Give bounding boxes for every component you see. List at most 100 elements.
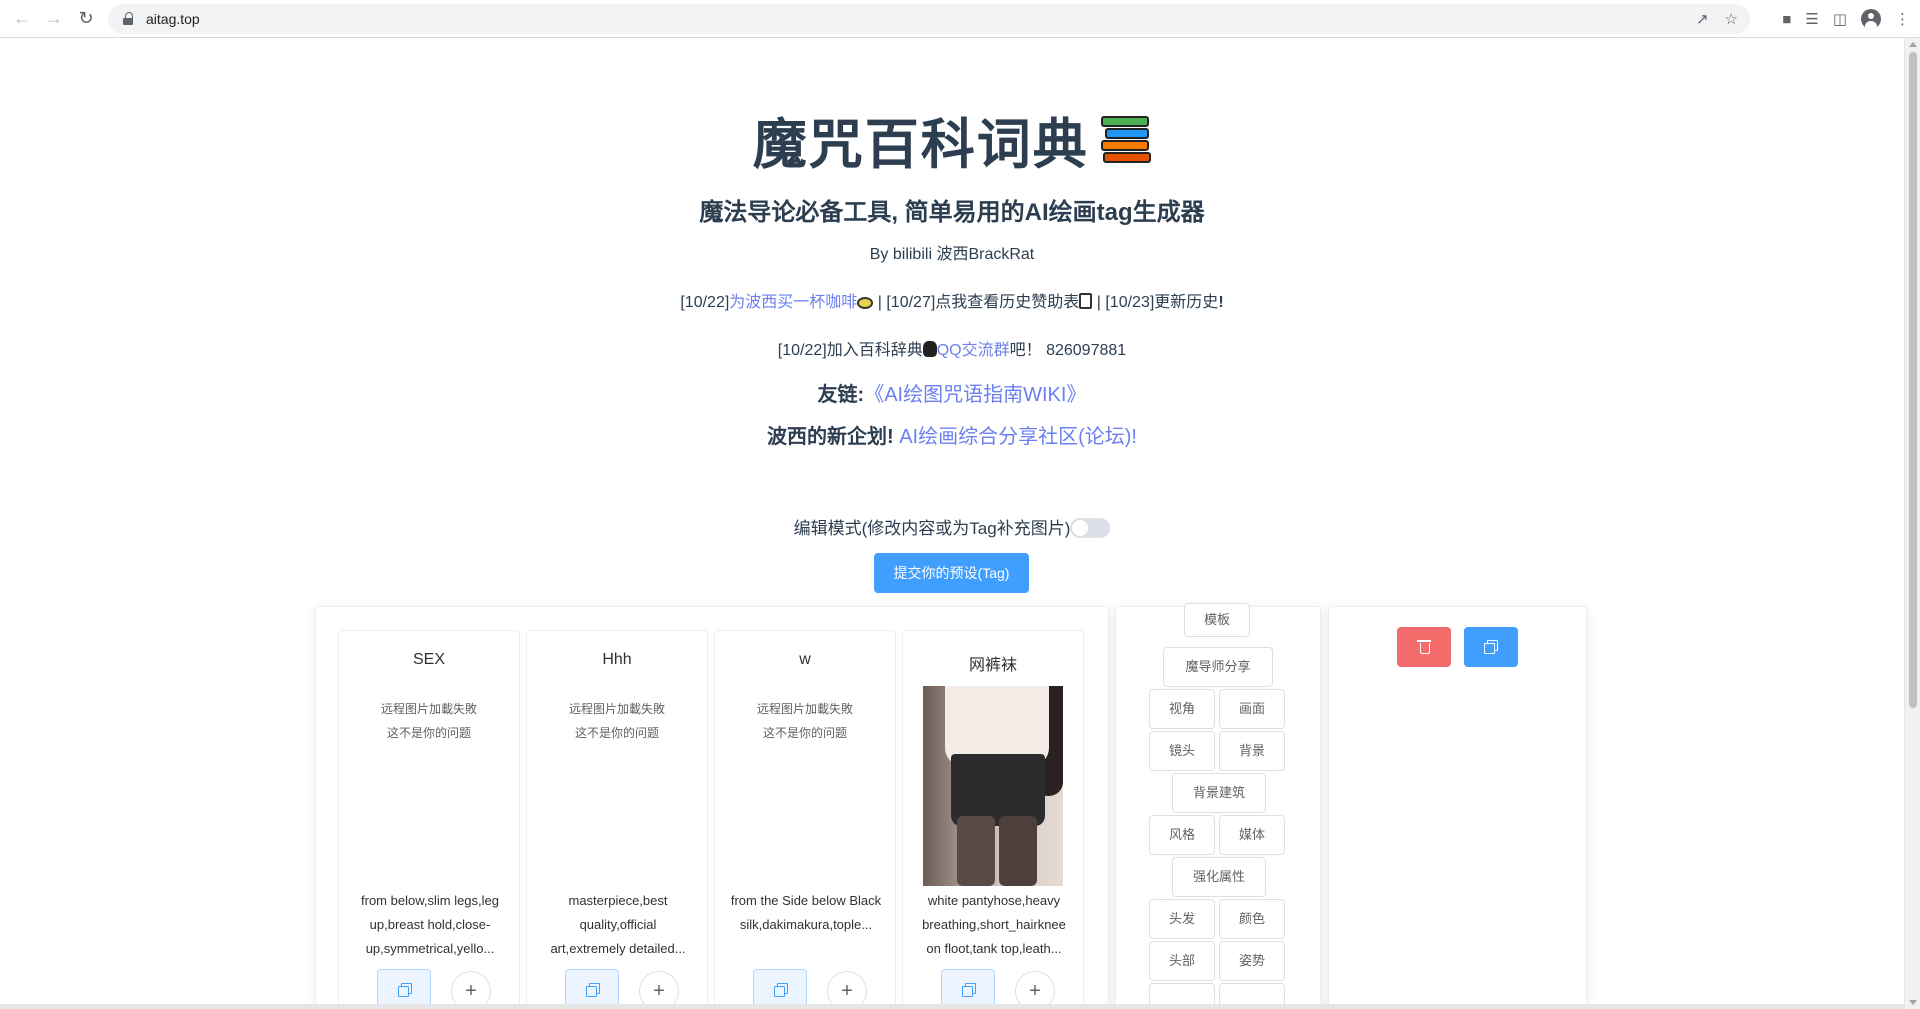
card-tags: from the Side below Black silk,dakimakur… (730, 893, 882, 932)
update-history-link[interactable]: 更新历史 (1154, 294, 1218, 311)
category-pose[interactable]: 姿势 (1219, 941, 1285, 981)
error-line-1: 远程图片加載失敗 (756, 702, 853, 716)
tag-card[interactable]: 网裤袜 white pantyhose,heavy breathing,shor… (902, 630, 1084, 1009)
copy-all-button[interactable] (1464, 627, 1518, 667)
title-row: 魔咒百科词典 (0, 100, 1904, 179)
sponsor-history-link[interactable]: 点我查看历史赞助表 (935, 294, 1079, 311)
edit-mode-row: 编辑模式(修改内容或为Tag补充图片) (0, 514, 1904, 539)
card-tags: white pantyhose,heavy breathing,short_ha… (922, 893, 1066, 956)
action-panel (1328, 606, 1587, 1009)
profile-icon[interactable] (1861, 9, 1881, 29)
vertical-scrollbar[interactable] (1904, 38, 1920, 1009)
address-bar[interactable]: aitag.top ↗ ☆ (108, 4, 1750, 34)
forward-arrow-icon[interactable]: → (38, 3, 70, 35)
qq-group-link[interactable]: QQ交流群 (937, 342, 1010, 359)
news-line: [10/22]为波西买一杯咖啡 | [10/27]点我查看历史赞助表 | [10… (0, 288, 1904, 312)
category-panel: 模板 魔导师分享 视角 画面 镜头 背景 背景建筑 风格 媒体 强化属性 头发 … (1115, 603, 1321, 1009)
reload-icon[interactable]: ↻ (70, 3, 102, 35)
category-enhance[interactable]: 强化属性 (1172, 857, 1266, 897)
side-panel-icon[interactable]: ◫ (1833, 10, 1847, 28)
category-color[interactable]: 颜色 (1219, 899, 1285, 939)
category-view-angle[interactable]: 视角 (1149, 689, 1215, 729)
news-separator-1: | [10/27] (873, 294, 936, 311)
scroll-down-arrow-icon[interactable] (1909, 1000, 1917, 1005)
friend-link-line: 友链:《AI绘图咒语指南WIKI》 (0, 378, 1904, 407)
copy-tags-button[interactable] (753, 969, 807, 1009)
card-tags: from below,slim legs,leg up,breast hold,… (361, 893, 499, 956)
wiki-link[interactable]: 《AI绘图咒语指南WIKI》 (864, 384, 1086, 406)
back-arrow-icon[interactable]: ← (6, 3, 38, 35)
news-separator-2: | [10/23] (1092, 294, 1155, 311)
browser-toolbar: ← → ↻ aitag.top ↗ ☆ ■ ☰ ◫ ⋮ (0, 0, 1920, 38)
image-load-error: 远程图片加載失敗 这不是你的问题 (715, 697, 895, 745)
category-frame[interactable]: 画面 (1219, 689, 1285, 729)
new-plan-label: 波西的新企划! (766, 426, 894, 448)
new-plan-line: 波西的新企划! AI绘画综合分享社区(论坛)! (0, 420, 1904, 449)
bookmark-star-icon[interactable]: ☆ (1725, 10, 1738, 28)
card-image[interactable] (923, 686, 1063, 886)
scroll-thumb[interactable] (1909, 52, 1917, 708)
site-subtitle: 魔法导论必备工具, 简单易用的AI绘画tag生成器 (699, 199, 1205, 226)
error-line-1: 远程图片加載失敗 (568, 702, 665, 716)
forum-link[interactable]: AI绘画综合分享社区(论坛)! (899, 426, 1137, 448)
category-background[interactable]: 背景 (1219, 731, 1285, 771)
category-style[interactable]: 风格 (1149, 815, 1215, 855)
tag-cards-panel: SEX 远程图片加載失敗 这不是你的问题 from below,slim leg… (315, 606, 1109, 1009)
page-content: 魔咒百科词典 魔法导论必备工具, 简单易用的AI绘画tag生成器 By bili… (0, 38, 1904, 1009)
copy-tags-button[interactable] (941, 969, 995, 1009)
extensions-icon[interactable]: ■ (1782, 11, 1791, 28)
category-template[interactable]: 模板 (1184, 603, 1250, 637)
error-line-2: 这不是你的问题 (574, 726, 659, 740)
card-title: w (799, 651, 811, 668)
category-media[interactable]: 媒体 (1219, 815, 1285, 855)
share-icon[interactable]: ↗ (1696, 10, 1709, 28)
copy-icon (586, 983, 600, 997)
trash-icon (1417, 640, 1431, 654)
books-icon (1099, 114, 1152, 166)
penguin-icon (922, 341, 937, 357)
category-mage-share[interactable]: 魔导师分享 (1163, 647, 1273, 687)
error-line-1: 远程图片加載失敗 (380, 702, 477, 716)
tag-card[interactable]: SEX 远程图片加載失敗 这不是你的问题 from below,slim leg… (338, 630, 520, 1009)
error-line-2: 这不是你的问题 (762, 726, 847, 740)
copy-icon (962, 983, 976, 997)
edit-mode-label: 编辑模式(修改内容或为Tag补充图片) (793, 519, 1071, 538)
edit-mode-toggle[interactable] (1070, 518, 1111, 538)
category-bg-architecture[interactable]: 背景建筑 (1172, 773, 1266, 813)
delete-button[interactable] (1397, 627, 1451, 667)
coffee-coin-icon (857, 297, 874, 309)
qq-group-prefix: [10/22]加入百科辞典 (777, 342, 923, 359)
copy-icon (774, 983, 788, 997)
lock-icon[interactable] (122, 12, 136, 26)
scroll-up-arrow-icon[interactable] (1909, 42, 1917, 47)
horizontal-scrollbar[interactable] (0, 1004, 1904, 1009)
category-hair[interactable]: 头发 (1149, 899, 1215, 939)
copy-icon (398, 983, 412, 997)
category-lens[interactable]: 镜头 (1149, 731, 1215, 771)
buy-coffee-link[interactable]: 为波西买一杯咖啡 (729, 294, 857, 311)
image-load-error: 远程图片加載失敗 这不是你的问题 (527, 697, 707, 745)
url-text[interactable]: aitag.top (146, 11, 200, 27)
tag-card[interactable]: Hhh 远程图片加載失敗 这不是你的问题 masterpiece,best qu… (526, 630, 708, 1009)
card-title: 网裤袜 (968, 657, 1017, 674)
news-date: [10/22] (680, 294, 730, 311)
author-line: By bilibili 波西BrackRat (869, 246, 1035, 263)
copy-tags-button[interactable] (377, 969, 431, 1009)
tag-card[interactable]: w 远程图片加載失敗 这不是你的问题 from the Side below B… (714, 630, 896, 1009)
site-title: 魔咒百科词典 (752, 115, 1089, 175)
image-load-error: 远程图片加載失敗 这不是你的问题 (339, 697, 519, 745)
submit-preset-button[interactable]: 提交你的预设(Tag) (874, 553, 1029, 593)
copy-icon (1484, 640, 1498, 654)
exclamation-icon: ! (1218, 294, 1224, 311)
card-title: SEX (412, 651, 445, 668)
card-title: Hhh (602, 651, 632, 668)
friend-link-label: 友链: (817, 384, 865, 406)
card-tags: masterpiece,best quality,official art,ex… (550, 893, 686, 956)
media-icon[interactable]: ☰ (1805, 10, 1818, 28)
qq-group-suffix: 吧！ 826097881 (1009, 342, 1127, 359)
menu-kebab-icon[interactable]: ⋮ (1895, 10, 1910, 28)
category-head[interactable]: 头部 (1149, 941, 1215, 981)
qq-group-line: [10/22]加入百科辞典 QQ交流群吧！ 826097881 (0, 336, 1904, 360)
copy-tags-button[interactable] (565, 969, 619, 1009)
document-icon (1079, 293, 1093, 309)
